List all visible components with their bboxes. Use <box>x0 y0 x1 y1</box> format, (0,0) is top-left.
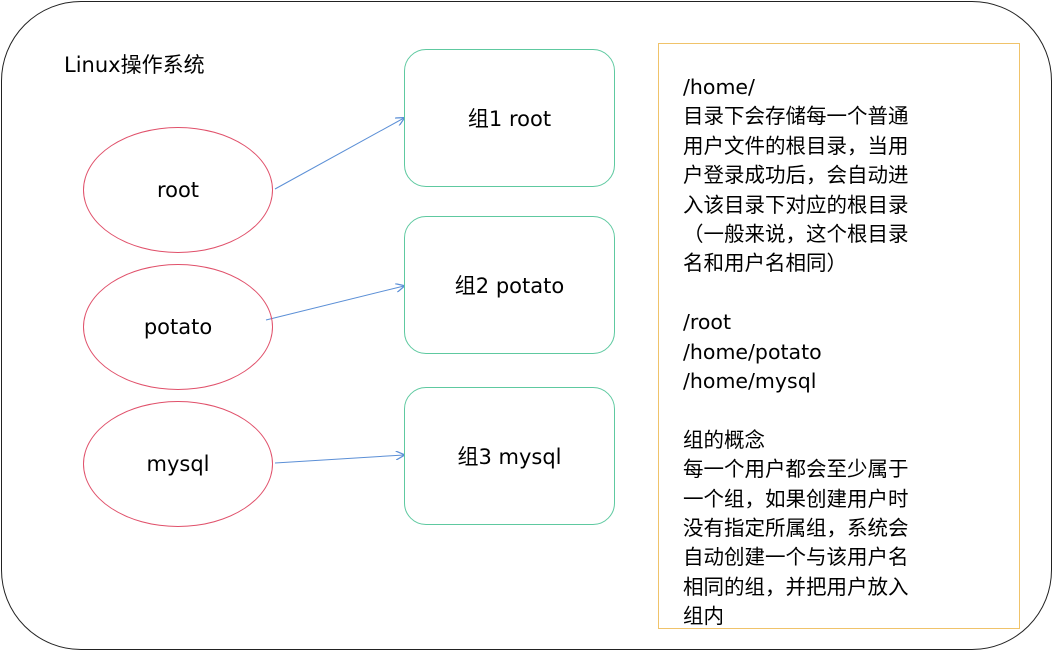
group-node-root: 组1 root <box>404 49 615 187</box>
group-node-mysql: 组3 mysql <box>404 387 615 525</box>
group-node-potato: 组2 potato <box>404 216 615 354</box>
explanation-note: /home/ 目录下会存储每一个普通 用户文件的根目录，当用 户登录成功后，会自… <box>658 43 1020 629</box>
note-line: 组内 <box>683 604 724 629</box>
note-paragraph-group-concept: 组的概念 每一个用户都会至少属于 一个组，如果创建用户时 没有指定所属组，系统会… <box>683 426 1019 632</box>
note-paragraph-home: /home/ 目录下会存储每一个普通 用户文件的根目录，当用 户登录成功后，会自… <box>683 73 1019 279</box>
user-node-potato: potato <box>83 264 273 390</box>
note-line: 相同的组，并把用户放入 <box>683 574 909 599</box>
note-line: 目录下会存储每一个普通 <box>683 104 909 129</box>
note-line: /root <box>683 310 732 335</box>
note-line: 一个组，如果创建用户时 <box>683 486 909 511</box>
note-line: （一般来说，这个根目录 <box>683 222 909 247</box>
arrow-mysql-to-group3 <box>274 455 404 464</box>
note-line: /home/mysql <box>683 369 817 394</box>
note-line: 用户文件的根目录，当用 <box>683 133 909 158</box>
arrow-root-to-group1 <box>274 118 404 190</box>
note-line: 没有指定所属组，系统会 <box>683 516 909 541</box>
note-line: 每一个用户都会至少属于 <box>683 457 909 482</box>
arrow-potato-to-group2 <box>265 286 404 321</box>
note-line: 自动创建一个与该用户名 <box>683 545 909 570</box>
note-line: 名和用户名相同） <box>683 251 847 276</box>
note-line: /home/ <box>683 75 755 99</box>
note-paragraph-paths: /root /home/potato /home/mysql <box>683 308 1019 396</box>
user-node-root: root <box>83 127 273 253</box>
note-line: /home/potato <box>683 339 822 364</box>
note-line: 户登录成功后，会自动进 <box>683 163 909 188</box>
note-line: 入该目录下对应的根目录 <box>683 192 909 217</box>
user-node-mysql: mysql <box>83 401 273 527</box>
note-line: 组的概念 <box>683 427 765 452</box>
